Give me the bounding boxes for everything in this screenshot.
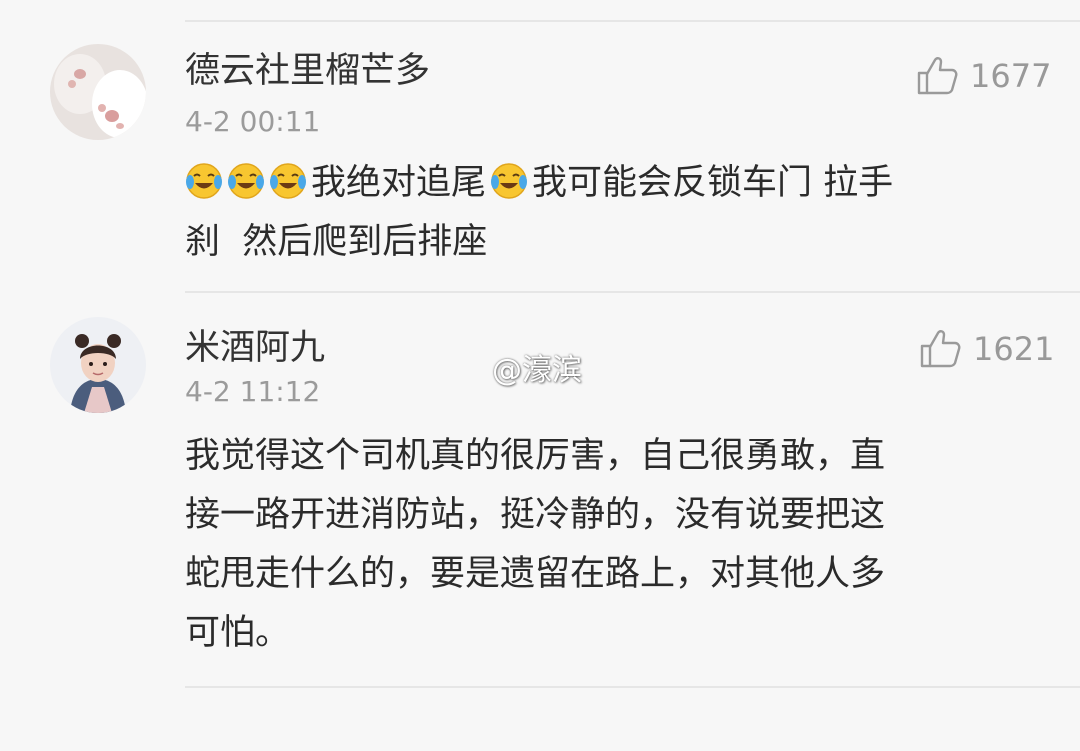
comment-text-line: 我觉得这个司机真的很厉害，自己很勇敢，直 [185, 436, 886, 476]
comment-time: 4-2 00:11 [185, 105, 321, 138]
laughing-crying-emoji-icon [490, 162, 528, 200]
thumbs-up-icon [916, 56, 958, 96]
divider-top [185, 20, 1080, 22]
comment-text-line: 刹 然后爬到后排座 [185, 222, 488, 262]
comment-text-line: 接一路开进消防站，挺冷静的，没有说要把这 [185, 495, 886, 535]
comment-username[interactable]: 德云社里榴芒多 [185, 54, 430, 89]
laughing-crying-emoji-icon [227, 162, 265, 200]
laughing-crying-emoji-icon [269, 162, 307, 200]
like-button[interactable]: 1677 [916, 56, 1051, 96]
comment-text-segment: 我可能会反锁车门 拉手 [532, 163, 894, 203]
comment-text-line: 我绝对追尾 我可能会反锁车门 拉手 [185, 154, 1025, 213]
comment-username[interactable]: 米酒阿九 [185, 331, 325, 366]
watermark: @濠滨 [492, 353, 582, 388]
like-count: 1621 [973, 330, 1055, 368]
comment-text: 我绝对追尾 我可能会反锁车门 拉手 刹 然后爬到后排座 [185, 154, 1025, 272]
comment-text: 我觉得这个司机真的很厉害，自己很勇敢，直 接一路开进消防站，挺冷静的，没有说要把… [185, 427, 1025, 663]
like-button[interactable]: 1621 [919, 329, 1054, 369]
divider [185, 291, 1080, 293]
divider-bottom [185, 686, 1080, 688]
thumbs-up-icon [919, 329, 961, 369]
like-count: 1677 [970, 57, 1052, 95]
laughing-crying-emoji-icon [185, 162, 223, 200]
comment-time: 4-2 11:12 [185, 375, 321, 408]
avatar[interactable] [50, 44, 146, 140]
avatar[interactable] [50, 317, 146, 413]
comment-text-line: 可怕。 [185, 613, 291, 653]
comment-text-line: 蛇甩走什么的，要是遗留在路上，对其他人多 [185, 554, 886, 594]
comment-text-segment: 我绝对追尾 [311, 163, 487, 203]
